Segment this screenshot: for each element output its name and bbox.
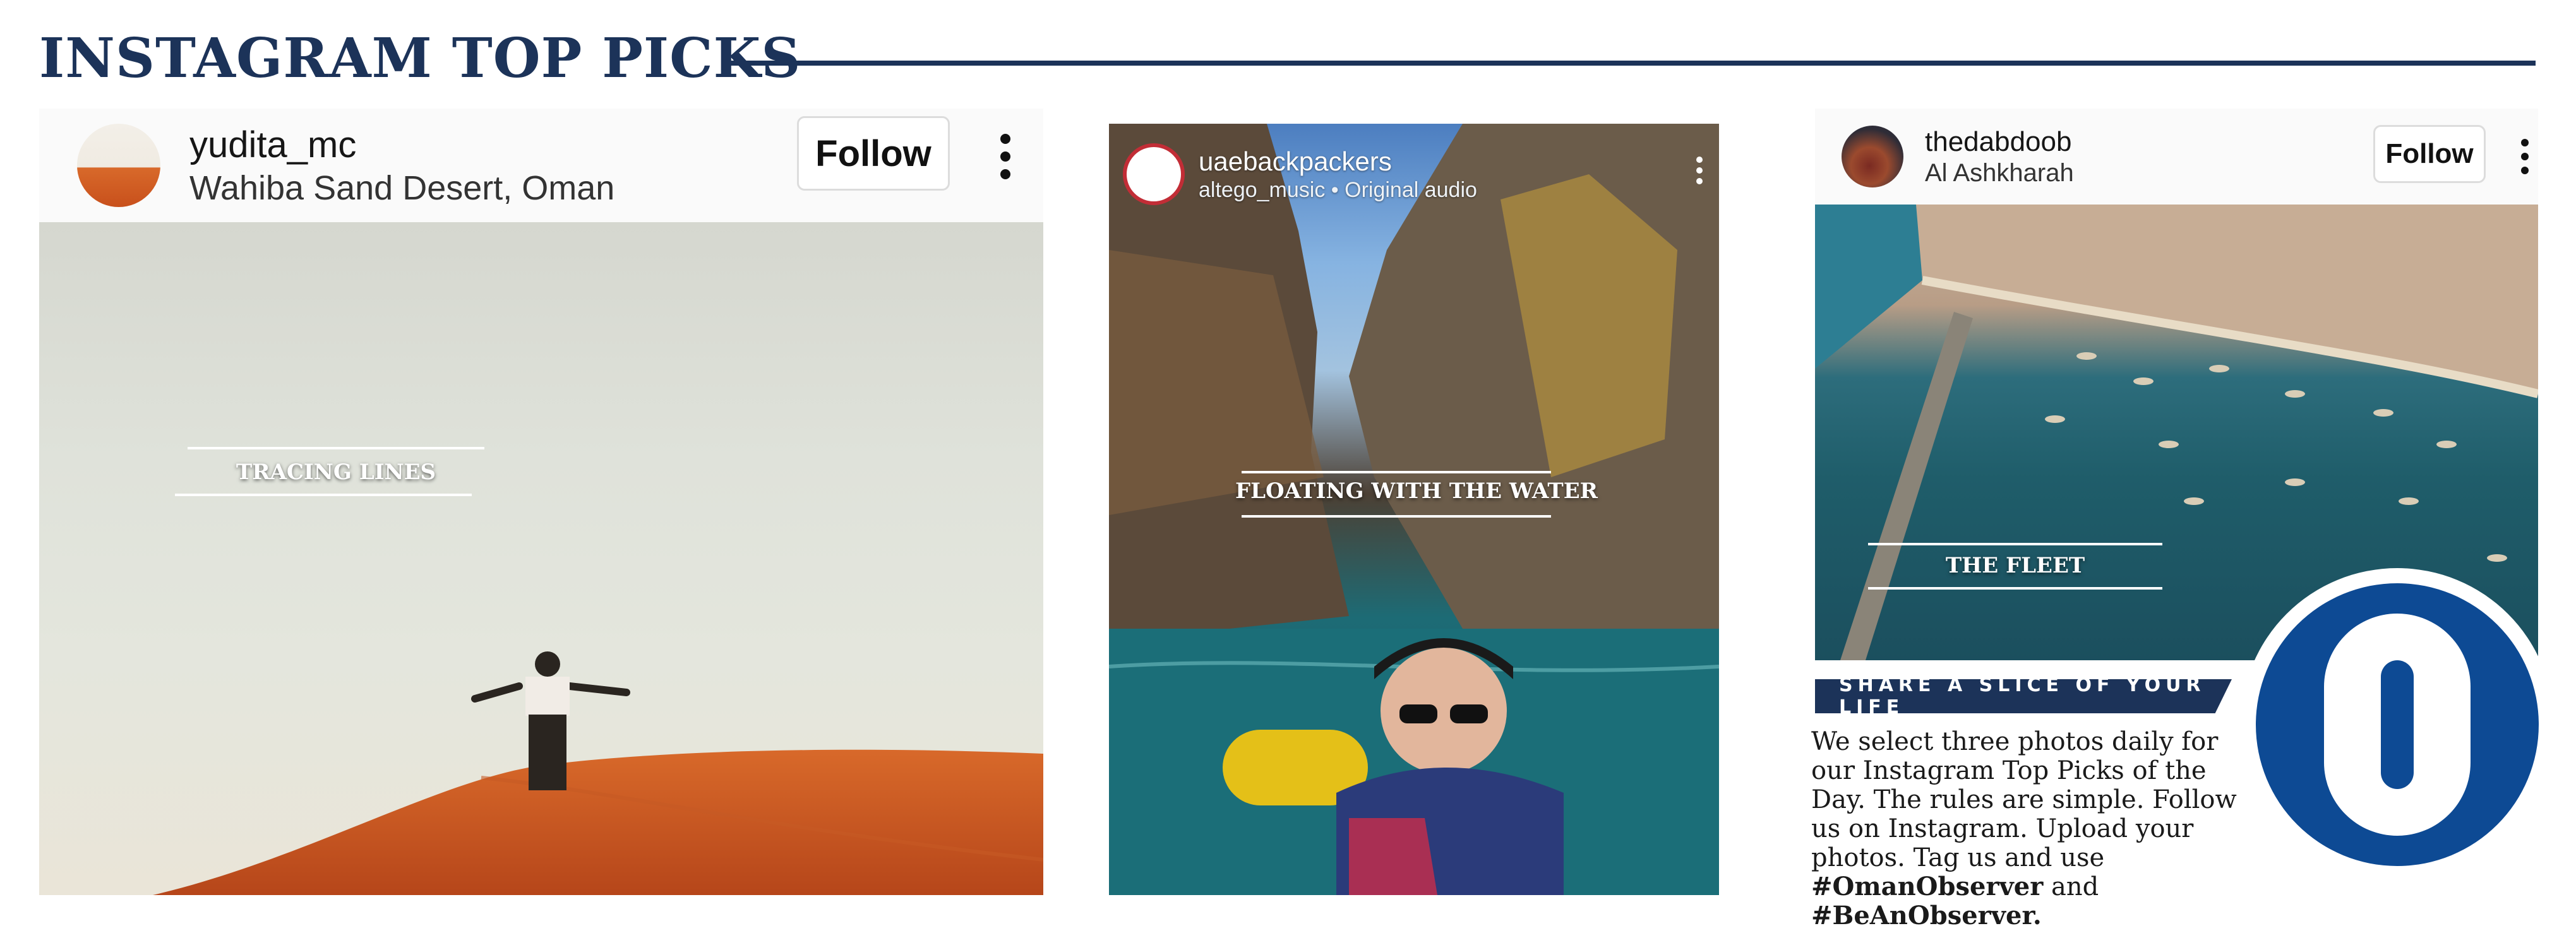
caption-rule-bottom	[1242, 515, 1551, 518]
username[interactable]: uaebackpackers	[1199, 146, 1477, 177]
vertical-ellipsis-icon[interactable]	[1696, 157, 1703, 184]
logo-letter-o-icon	[2324, 614, 2471, 836]
title-rule	[726, 61, 2536, 66]
user-block: thedabdoob Al Ashkharah	[1925, 126, 2074, 187]
username[interactable]: thedabdoob	[1925, 126, 2074, 158]
share-line: Day. The rules are simple. Follow	[1811, 785, 2237, 814]
avatar[interactable]	[1842, 126, 1903, 187]
instagram-post-2: uaebackpackers altego_music • Original a…	[1109, 124, 1719, 895]
post-photo-canyon	[1109, 124, 1719, 895]
caption-rule-top	[1242, 471, 1551, 473]
avatar[interactable]	[77, 124, 160, 207]
photo-caption: THE FLEET	[1945, 553, 2085, 578]
location[interactable]: Wahiba Sand Desert, Oman	[189, 169, 614, 208]
caption-rule-top	[1868, 543, 2162, 545]
username[interactable]: yudita_mc	[189, 124, 614, 166]
follow-button[interactable]: Follow	[797, 116, 950, 191]
post-header: uaebackpackers altego_music • Original a…	[1109, 124, 1719, 225]
caption-rule-top	[188, 447, 484, 449]
hashtag-oman-observer[interactable]: #OmanObserver	[1811, 872, 2043, 901]
user-block: yudita_mc Wahiba Sand Desert, Oman	[189, 124, 614, 208]
share-line: photos. Tag us and use	[1811, 843, 2105, 872]
canyon-swimmer-illustration	[1109, 124, 1719, 895]
user-block: uaebackpackers altego_music • Original a…	[1199, 146, 1477, 203]
vertical-ellipsis-icon[interactable]	[1000, 134, 1010, 179]
follow-button[interactable]: Follow	[2373, 125, 2486, 183]
hashtag-be-an-observer[interactable]: #BeAnObserver.	[1811, 901, 2042, 930]
desert-dune-illustration	[153, 651, 1043, 895]
post-photo-desert: TRACING LINES	[39, 222, 1043, 895]
caption-rule-bottom	[1868, 587, 2162, 590]
photo-caption: FLOATING WITH THE WATER	[1235, 478, 1598, 504]
location[interactable]: Al Ashkharah	[1925, 159, 2074, 187]
section-title: INSTAGRAM TOP PICKS	[39, 27, 801, 90]
photo-caption: TRACING LINES	[236, 460, 436, 485]
avatar[interactable]	[1123, 143, 1185, 205]
instagram-post-1: yudita_mc Wahiba Sand Desert, Oman Follo…	[39, 109, 1043, 895]
share-tags: #OmanObserver and #BeAnObserver.	[1811, 872, 2329, 930]
share-line: us on Instagram. Upload your	[1811, 814, 2194, 843]
caption-rule-bottom	[175, 494, 472, 496]
vertical-ellipsis-icon[interactable]	[2521, 139, 2529, 174]
and-text: and	[2043, 872, 2099, 901]
oman-observer-logo	[2256, 583, 2539, 866]
share-heading: SHARE A SLICE OF YOUR LIFE	[1815, 679, 2232, 713]
audio-subtitle[interactable]: altego_music • Original audio	[1199, 178, 1477, 203]
